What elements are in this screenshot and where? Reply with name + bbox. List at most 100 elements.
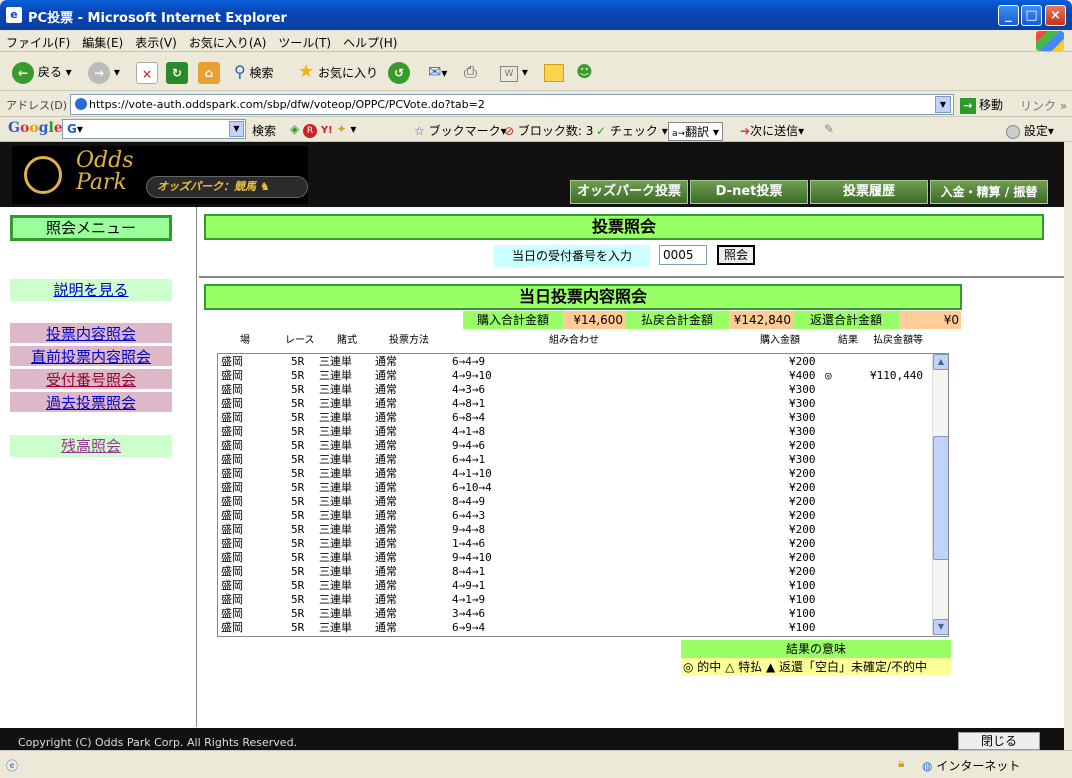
link-past-vote[interactable]: 過去投票照会 xyxy=(10,392,172,412)
globe-icon: ◍ xyxy=(922,759,933,773)
table-cell: 5R xyxy=(291,397,305,410)
go-button[interactable]: → 移動 xyxy=(960,96,1003,114)
google-search-button[interactable]: 検索 xyxy=(252,122,276,139)
legend-text: ◎ 的中 △ 特払 ▲ 返還「空白」未確定/不的中 xyxy=(681,658,951,676)
link-vote-contents[interactable]: 投票内容照会 xyxy=(10,323,172,343)
send-button[interactable]: ➜次に送信▾ xyxy=(740,122,804,139)
messenger-button[interactable]: ☻ xyxy=(576,61,593,83)
edit-button[interactable]: W ▾ xyxy=(500,61,528,83)
scroll-thumb[interactable] xyxy=(933,436,948,560)
list-scrollbar[interactable]: ▲ ▼ xyxy=(932,354,948,636)
home-button[interactable]: ⌂ xyxy=(198,61,220,84)
table-cell: 三連単 xyxy=(319,579,352,592)
favorites-button[interactable]: ★ お気に入り xyxy=(298,61,378,83)
table-cell: ¥300 xyxy=(789,411,816,424)
translate-button[interactable]: a→翻訳 ▾ xyxy=(668,122,723,141)
menu-file[interactable]: ファイル(F) xyxy=(0,30,76,51)
vote-list[interactable]: 盛岡 5R 三連単 通常 6→4→9 ¥200 盛岡 5R 三連単 通常 4→9→10 ¥400 ◎ ¥1… xyxy=(217,353,949,637)
table-cell: ¥200 xyxy=(789,509,816,522)
table-cell: 盛岡 xyxy=(221,397,243,410)
table-cell: 盛岡 xyxy=(221,467,243,480)
nav-oddspark-vote[interactable]: オッズパーク投票 xyxy=(570,180,688,204)
menu-favorites[interactable]: お気に入り(A) xyxy=(183,30,273,51)
refresh-button[interactable]: ↻ xyxy=(166,61,188,84)
forward-arrow-icon: → xyxy=(88,61,110,84)
google-plugin-icons[interactable]: ◈ R Y! ✦ ▾ xyxy=(290,122,356,138)
table-cell: 三連単 xyxy=(319,537,352,550)
scroll-down-icon[interactable]: ▼ xyxy=(933,619,948,635)
back-button[interactable]: ← 戻る ▾ xyxy=(12,61,72,84)
notes-button[interactable] xyxy=(544,61,564,83)
settings-button[interactable]: 設定▾ xyxy=(1006,122,1054,139)
google-logo[interactable]: Google xyxy=(8,120,63,136)
chevron-down-icon[interactable]: ▼ xyxy=(229,121,244,137)
history-button[interactable]: ↺ xyxy=(388,61,410,84)
table-cell: 6→4→3 xyxy=(452,509,486,522)
toolbar: ← 戻る ▾ → ▾ × ↻ ⌂ ⚲ 検索 ★ お気に入り ↺ ✉▾ ⎙ W ▾… xyxy=(0,53,1072,91)
table-cell: 5R xyxy=(291,509,305,522)
table-cell: 5R xyxy=(291,495,305,508)
col-vote-method: 投票方法 xyxy=(389,335,429,346)
table-cell: 5R xyxy=(291,467,305,480)
table-cell: 6→4→1 xyxy=(452,453,486,466)
table-cell: 5R xyxy=(291,537,305,550)
table-cell: 通常 xyxy=(375,411,397,424)
link-recent-vote[interactable]: 直前投票内容照会 xyxy=(10,346,172,366)
address-input[interactable]: https://vote-auth.oddspark.com/sbp/dfw/v… xyxy=(70,94,954,115)
table-cell: 三連単 xyxy=(319,509,352,522)
table-cell: ¥200 xyxy=(789,495,816,508)
nav-vote-history[interactable]: 投票履歴 xyxy=(810,180,928,204)
nav-dnet-vote[interactable]: D-net投票 xyxy=(690,180,808,204)
table-cell: 5R xyxy=(291,593,305,606)
table-cell: 三連単 xyxy=(319,565,352,578)
table-cell: 三連単 xyxy=(319,607,352,620)
inquiry-button[interactable]: 照会 xyxy=(717,245,755,265)
bookmarks-button[interactable]: ☆ ブックマーク▾ xyxy=(414,122,507,139)
oddspark-logo[interactable]: Odds Park オッズパーク：競馬 ♞ xyxy=(12,146,308,204)
highlight-icon[interactable]: ✎ xyxy=(824,122,834,136)
maximize-button[interactable]: □ xyxy=(1021,5,1042,26)
table-row: 盛岡 5R 三連単 通常 4→9→1 ¥100 xyxy=(218,579,932,593)
nav-deposit[interactable]: 入金・精算 / 振替 xyxy=(930,180,1048,204)
table-cell: 三連単 xyxy=(319,481,352,494)
search-button[interactable]: ⚲ 検索 xyxy=(234,61,274,83)
settings-icon xyxy=(1006,124,1020,139)
menu-edit[interactable]: 編集(E) xyxy=(76,30,129,51)
horse-icon: ♞ xyxy=(259,180,270,193)
table-cell: 9→4→6 xyxy=(452,439,486,452)
table-cell: 三連単 xyxy=(319,495,352,508)
menu-help[interactable]: ヘルプ(H) xyxy=(337,30,403,51)
table-row: 盛岡 5R 三連単 通常 3→4→6 ¥100 xyxy=(218,607,932,621)
scroll-up-icon[interactable]: ▲ xyxy=(933,354,948,370)
table-cell: 4→9→10 xyxy=(452,369,492,382)
table-cell: ¥300 xyxy=(789,453,816,466)
spellcheck-button[interactable]: ✓ チェック ▾ xyxy=(596,122,668,139)
table-cell: 盛岡 xyxy=(221,523,243,536)
link-explanation[interactable]: 説明を見る xyxy=(10,279,172,301)
web-page: Odds Park オッズパーク：競馬 ♞ オッズパーク投票 D-net投票 投… xyxy=(0,142,1064,750)
minimize-button[interactable]: _ xyxy=(998,5,1019,26)
print-button[interactable]: ⎙ xyxy=(464,61,477,83)
link-balance[interactable]: 残高照会 xyxy=(10,435,172,457)
close-button[interactable]: × xyxy=(1045,5,1066,26)
page-scrollbar[interactable] xyxy=(1064,142,1072,750)
forward-button[interactable]: → ▾ xyxy=(88,61,120,84)
table-cell: 盛岡 xyxy=(221,481,243,494)
link-receipt-number[interactable]: 受付番号照会 xyxy=(10,369,172,389)
mail-button[interactable]: ✉▾ xyxy=(428,61,447,83)
table-cell: 盛岡 xyxy=(221,579,243,592)
stop-button[interactable]: × xyxy=(136,61,158,84)
links-button[interactable]: リンク » xyxy=(1020,97,1067,114)
close-page-button[interactable]: 閉じる xyxy=(958,732,1040,750)
r-icon: R xyxy=(303,124,318,138)
receipt-number-input[interactable] xyxy=(659,245,707,265)
table-cell: 5R xyxy=(291,621,305,634)
table-cell: 盛岡 xyxy=(221,425,243,438)
table-row: 盛岡 5R 三連単 通常 6→4→1 ¥300 xyxy=(218,453,932,467)
table-cell: 盛岡 xyxy=(221,607,243,620)
google-search-input[interactable]: G▾ ▼ xyxy=(62,119,246,139)
menu-tools[interactable]: ツール(T) xyxy=(272,30,337,51)
popup-blocker-button[interactable]: ⊘ ブロック数: 3 xyxy=(504,122,593,139)
menu-view[interactable]: 表示(V) xyxy=(129,30,183,51)
chevron-down-icon[interactable]: ▼ xyxy=(935,96,951,113)
